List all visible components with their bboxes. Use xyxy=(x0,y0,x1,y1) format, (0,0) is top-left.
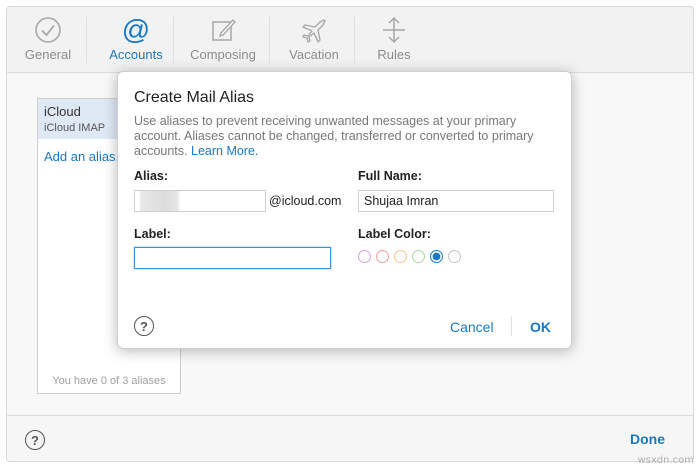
color-swatch-blue[interactable] xyxy=(430,250,443,263)
color-swatch-red[interactable] xyxy=(376,250,389,263)
dialog-help-button[interactable]: ? xyxy=(134,316,154,336)
help-button[interactable]: ? xyxy=(25,430,45,450)
tab-general-label: General xyxy=(24,47,72,62)
tab-general[interactable]: General xyxy=(11,7,85,73)
airplane-icon xyxy=(297,16,331,44)
at-sign-icon: @ xyxy=(119,15,153,45)
color-swatch-orange[interactable] xyxy=(394,250,407,263)
preferences-footer: ? Done xyxy=(7,415,693,461)
cancel-button[interactable]: Cancel xyxy=(450,319,494,335)
compose-icon xyxy=(206,16,240,44)
done-button[interactable]: Done xyxy=(630,431,665,447)
tab-composing-label: Composing xyxy=(190,47,256,62)
dialog-title: Create Mail Alias xyxy=(134,89,255,106)
watermark: wsxdn.com xyxy=(637,455,694,466)
alias-label: Alias: xyxy=(134,169,169,183)
tab-rules[interactable]: Rules xyxy=(361,7,427,73)
question-mark-icon: ? xyxy=(140,318,148,334)
checkmark-circle-icon xyxy=(31,16,65,44)
dialog-description: Use aliases to prevent receiving unwante… xyxy=(134,114,554,159)
tab-composing[interactable]: Composing xyxy=(181,7,265,73)
full-name-input[interactable] xyxy=(358,190,554,212)
full-name-label: Full Name: xyxy=(358,169,422,183)
tab-accounts-label: Accounts xyxy=(109,47,163,62)
alias-input[interactable] xyxy=(134,190,266,212)
alias-domain-suffix: @icloud.com xyxy=(269,194,342,208)
tab-vacation-label: Vacation xyxy=(289,47,339,62)
color-swatch-purple[interactable] xyxy=(358,250,371,263)
tab-rules-label: Rules xyxy=(377,47,411,62)
button-divider xyxy=(511,316,512,336)
create-alias-dialog: Create Mail Alias Use aliases to prevent… xyxy=(117,71,572,349)
preferences-toolbar: General @ Accounts Composing Vacation Ru… xyxy=(7,7,693,73)
tab-accounts[interactable]: @ Accounts xyxy=(93,7,179,73)
question-mark-icon: ? xyxy=(31,432,39,448)
color-swatch-gray[interactable] xyxy=(448,250,461,263)
label-color-label: Label Color: xyxy=(358,227,431,241)
svg-text:@: @ xyxy=(122,15,150,45)
tab-vacation[interactable]: Vacation xyxy=(275,7,353,73)
alias-count: You have 0 of 3 aliases xyxy=(52,375,166,387)
ok-button[interactable]: OK xyxy=(530,319,551,335)
color-swatch-green[interactable] xyxy=(412,250,425,263)
label-field-label: Label: xyxy=(134,227,171,241)
label-color-picker xyxy=(358,250,461,263)
rules-arrows-icon xyxy=(377,16,411,44)
label-input[interactable] xyxy=(134,247,331,269)
learn-more-link[interactable]: Learn More. xyxy=(191,144,258,158)
